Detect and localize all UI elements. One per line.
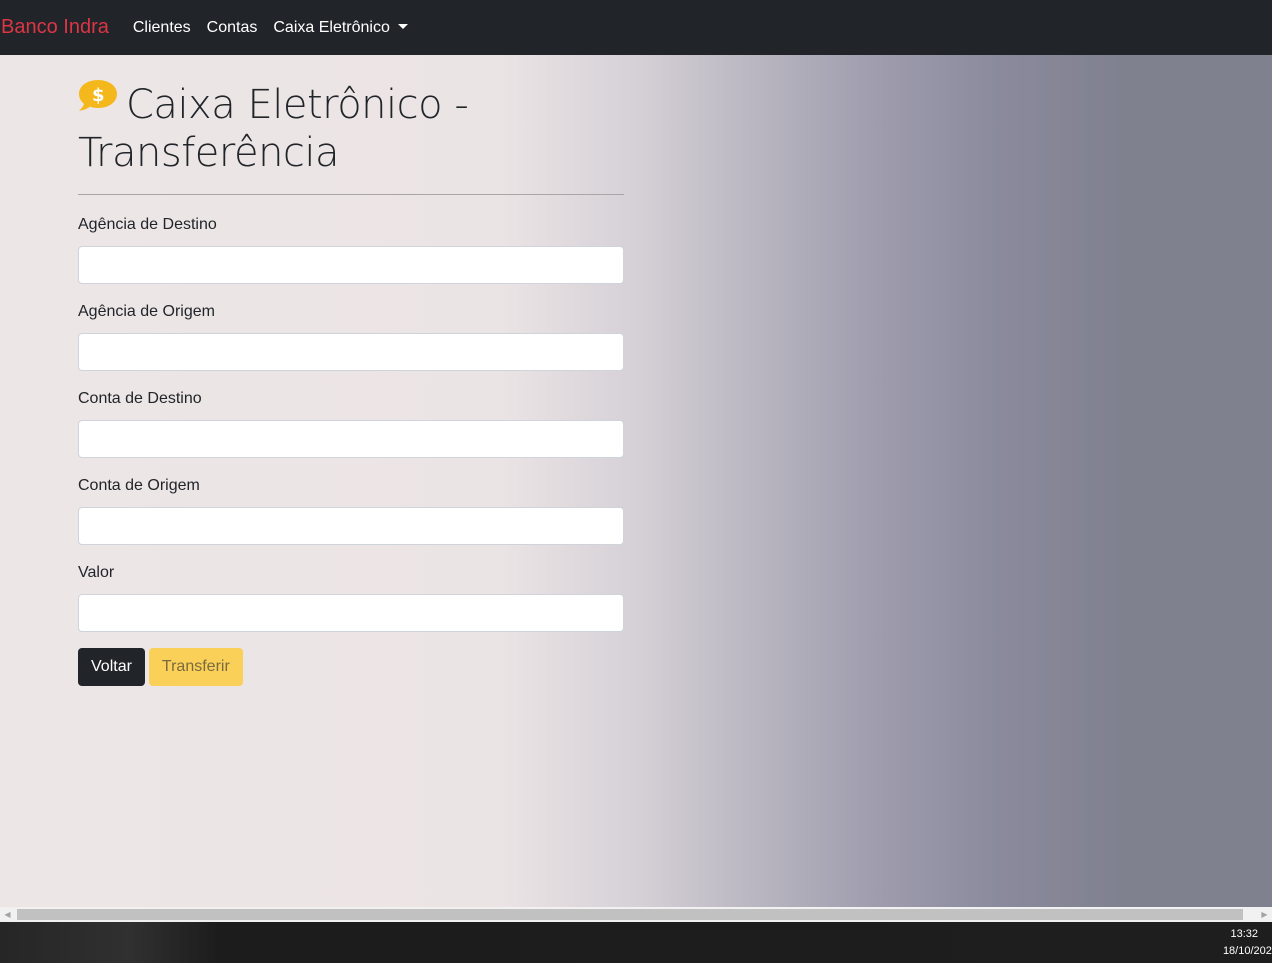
page-title: $ Caixa Eletrônico - Transferência [78,75,624,177]
brand-link[interactable]: Banco Indra [1,16,109,39]
form-group-agencia-origem: Agência de Origem [78,302,624,371]
form-group-conta-origem: Conta de Origem [78,476,624,545]
page-title-line2: Transferência [78,130,340,176]
comment-dollar-icon: $ [78,75,118,123]
nav-link-contas[interactable]: Contas [207,19,258,37]
nav-dropdown-caixa[interactable]: Caixa Eletrônico [273,19,408,37]
clock-time: 13:32 [1230,928,1258,940]
taskbar: 13:32 18/10/2021 [0,922,1272,963]
form-group-conta-destino: Conta de Destino [78,389,624,458]
voltar-button[interactable]: Voltar [78,648,145,686]
transfer-form: $ Caixa Eletrônico - Transferência Agênc… [78,55,624,686]
page: Banco Indra Clientes Contas Caixa Eletrô… [0,0,1272,963]
title-divider [78,194,624,195]
agencia-destino-label: Agência de Destino [78,216,217,233]
navbar: Banco Indra Clientes Contas Caixa Eletrô… [0,0,1272,55]
conta-destino-label: Conta de Destino [78,390,202,407]
agencia-destino-input[interactable] [78,246,624,284]
arrow-left-icon[interactable]: ◀ [0,907,15,922]
valor-input[interactable] [78,594,624,632]
horizontal-scrollbar[interactable]: ◀ ▶ [0,907,1272,922]
taskbar-clock[interactable]: 13:32 18/10/2021 [1202,926,1272,960]
agencia-origem-input[interactable] [78,333,624,371]
svg-text:$: $ [92,85,104,106]
clock-date: 18/10/2021 [1222,945,1272,957]
page-title-line1: Caixa Eletrônico - [126,82,469,128]
form-group-agencia-destino: Agência de Destino [78,215,624,284]
agencia-origem-label: Agência de Origem [78,303,215,320]
transferir-button[interactable]: Transferir [148,648,243,686]
nav-link-clientes[interactable]: Clientes [133,19,191,37]
form-group-valor: Valor [78,563,624,632]
conta-destino-input[interactable] [78,420,624,458]
conta-origem-input[interactable] [78,507,624,545]
caret-down-icon [397,23,408,29]
valor-label: Valor [78,564,115,581]
scrollbar-thumb[interactable] [17,909,1243,920]
conta-origem-label: Conta de Origem [78,477,200,494]
arrow-right-icon[interactable]: ▶ [1257,907,1272,922]
form-buttons: Voltar Transferir [78,648,624,686]
nav-dropdown-caixa-label: Caixa Eletrônico [273,18,390,36]
